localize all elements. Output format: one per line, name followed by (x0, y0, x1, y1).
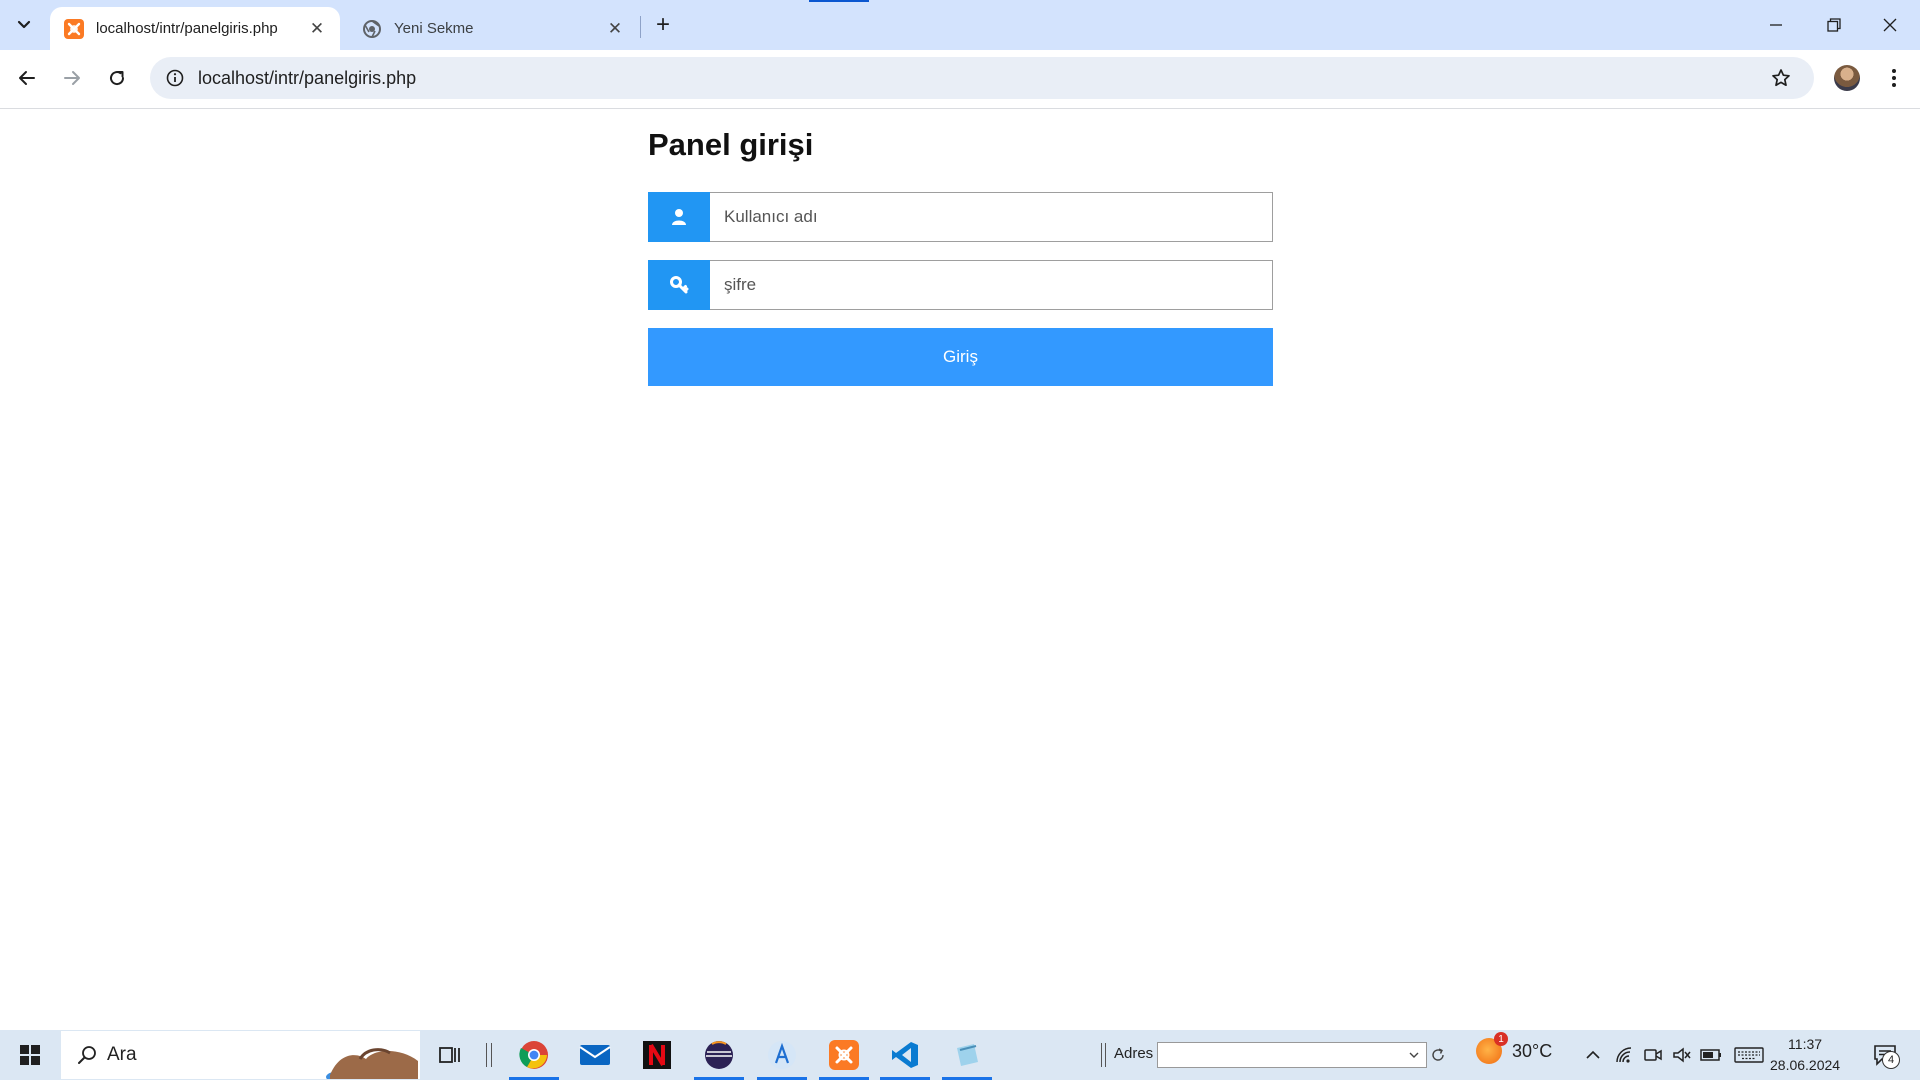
xampp-icon (64, 18, 84, 39)
netflix-taskbar-button[interactable] (630, 1033, 684, 1077)
password-group (648, 260, 1273, 310)
tab-hover-indicator (809, 0, 869, 2)
xampp-icon (829, 1040, 859, 1070)
task-view-icon (439, 1047, 460, 1063)
eclipse-icon (705, 1041, 733, 1069)
eclipse-taskbar-button[interactable] (692, 1033, 746, 1080)
tab-search-button[interactable] (6, 8, 42, 42)
key-icon (648, 260, 710, 310)
typora-taskbar-button[interactable] (755, 1033, 809, 1080)
user-icon (648, 192, 710, 242)
taskbar-divider (486, 1043, 492, 1067)
window-close-button[interactable] (1862, 0, 1918, 50)
volume-tray-button[interactable] (1670, 1043, 1694, 1067)
chevron-up-icon (1586, 1050, 1600, 1059)
close-icon (1883, 18, 1897, 32)
taskbar: Ara Adres 1 30°C 11:37 28.06.2024 4 (0, 1030, 1920, 1080)
profile-avatar[interactable] (1834, 65, 1860, 91)
notes-icon (957, 1044, 978, 1066)
taskbar-search[interactable]: Ara (61, 1031, 420, 1079)
vscode-icon (892, 1042, 918, 1068)
chrome-icon (362, 19, 382, 39)
mail-taskbar-button[interactable] (568, 1033, 622, 1077)
windows-start-button[interactable] (0, 1030, 60, 1080)
close-icon[interactable]: ✕ (304, 16, 330, 42)
refresh-icon (1432, 1048, 1444, 1061)
notes-taskbar-button[interactable] (940, 1033, 994, 1080)
netflix-icon (643, 1041, 671, 1069)
typora-icon (768, 1041, 796, 1069)
wifi-tray-button[interactable] (1612, 1043, 1636, 1067)
camera-icon (1644, 1049, 1662, 1061)
wifi-icon (1616, 1047, 1632, 1063)
chevron-down-icon (17, 20, 31, 29)
bookmark-star-icon[interactable] (1766, 63, 1796, 93)
reload-icon (110, 71, 125, 86)
battery-icon (1700, 1049, 1721, 1061)
tab-title: localhost/intr/panelgiris.php (96, 20, 278, 37)
new-tab-button[interactable]: + (648, 10, 678, 40)
weather-badge: 1 (1494, 1032, 1508, 1046)
forward-button[interactable] (54, 60, 90, 96)
keyboard-icon (1734, 1047, 1764, 1063)
address-go-button[interactable] (1426, 1043, 1450, 1067)
vscode-taskbar-button[interactable] (878, 1033, 932, 1080)
meet-tray-button[interactable] (1641, 1043, 1665, 1067)
tab-title: Yeni Sekme (394, 20, 474, 37)
tab-divider (640, 16, 641, 38)
weather-widget[interactable]: 1 30°C (1476, 1032, 1553, 1064)
login-button[interactable]: Giriş (648, 328, 1273, 386)
page-content: Panel girişi Giriş (0, 109, 1920, 1029)
more-vert-icon (1892, 69, 1896, 87)
weather-temp: 30°C (1512, 1040, 1553, 1061)
address-bar[interactable]: localhost/intr/panelgiris.php (150, 57, 1814, 99)
chevron-down-icon[interactable] (1408, 1049, 1420, 1061)
task-view-button[interactable] (422, 1033, 478, 1077)
toolbar-divider (1101, 1043, 1106, 1067)
search-icon (78, 1046, 96, 1064)
clock-time: 11:37 (1788, 1036, 1823, 1052)
notification-count: 4 (1882, 1051, 1900, 1069)
search-label: Ara (107, 1044, 137, 1065)
xampp-taskbar-button[interactable] (817, 1033, 871, 1080)
battery-tray-button[interactable] (1699, 1043, 1723, 1067)
page-title: Panel girişi (648, 127, 814, 162)
notification-center-button[interactable]: 4 (1868, 1039, 1902, 1071)
restore-icon (1827, 18, 1841, 32)
password-input[interactable] (710, 260, 1273, 310)
minimize-icon (1770, 24, 1782, 26)
username-group (648, 192, 1273, 242)
taskbar-clock[interactable]: 11:37 28.06.2024 (1770, 1034, 1840, 1076)
minimize-button[interactable] (1748, 0, 1804, 50)
mail-icon (579, 1045, 611, 1065)
browser-toolbar: localhost/intr/panelgiris.php (0, 50, 1920, 109)
windows-icon (20, 1045, 40, 1065)
weather-sun-icon: 1 (1476, 1032, 1508, 1064)
keyboard-tray-button[interactable] (1733, 1043, 1765, 1067)
arrow-right-icon (64, 71, 80, 85)
tab-yeni-sekme[interactable]: Yeni Sekme ✕ (348, 7, 638, 50)
close-icon[interactable]: ✕ (602, 16, 628, 42)
show-hidden-icons[interactable] (1581, 1043, 1605, 1067)
chrome-taskbar-button[interactable] (507, 1033, 561, 1080)
menu-button[interactable] (1880, 64, 1908, 92)
reload-button[interactable] (99, 60, 135, 96)
address-toolbar-input[interactable] (1157, 1042, 1427, 1068)
arrow-left-icon (19, 71, 35, 85)
tab-panelgiris[interactable]: localhost/intr/panelgiris.php ✕ (50, 7, 340, 50)
clock-date: 28.06.2024 (1770, 1057, 1841, 1073)
chrome-icon (519, 1041, 548, 1069)
back-button[interactable] (9, 60, 45, 96)
info-icon[interactable] (162, 65, 188, 91)
browser-tabstrip: localhost/intr/panelgiris.php ✕ Yeni Sek… (0, 0, 1920, 50)
address-toolbar-label: Adres (1114, 1045, 1154, 1062)
volume-muted-icon (1673, 1047, 1691, 1063)
search-highlight-art (326, 1048, 418, 1079)
restore-button[interactable] (1806, 0, 1862, 50)
username-input[interactable] (710, 192, 1273, 242)
url-text[interactable]: localhost/intr/panelgiris.php (198, 68, 1766, 89)
